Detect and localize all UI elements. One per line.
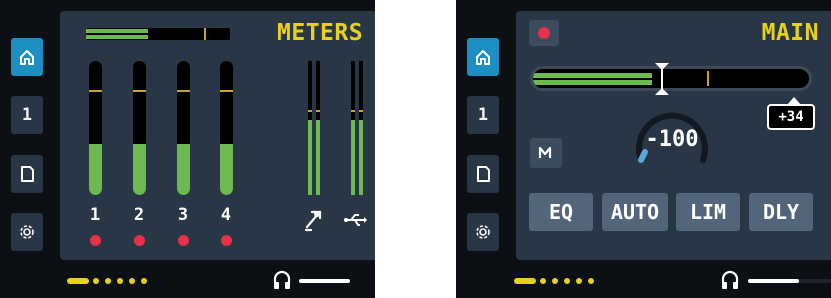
channel-meter: [177, 61, 190, 195]
meter-peak: [220, 90, 233, 92]
source-meter: [308, 61, 312, 195]
page-dot-current[interactable]: [514, 278, 536, 284]
channel-meter: [89, 61, 102, 195]
record-icon: [538, 27, 550, 39]
page-title: METERS: [277, 20, 364, 46]
meter-level: [351, 120, 355, 195]
eq-button[interactable]: EQ: [529, 193, 593, 231]
page-dot[interactable]: [93, 278, 99, 284]
record-button[interactable]: [529, 20, 559, 46]
sidebar-channel-button[interactable]: 1: [467, 96, 499, 134]
sidebar-settings-button[interactable]: [11, 213, 43, 251]
source-meter: [351, 61, 355, 195]
page-dot[interactable]: [564, 278, 570, 284]
page-dot[interactable]: [141, 278, 147, 284]
sidebar-home-button[interactable]: [467, 38, 499, 76]
meter-level: [133, 144, 146, 195]
meter-peak: [308, 110, 312, 112]
headphone-icon[interactable]: [272, 269, 292, 291]
meter-level: [220, 144, 233, 195]
meter-peak: [133, 90, 146, 92]
channel-label: 4: [220, 205, 232, 225]
meter-level: [308, 120, 312, 195]
channel-mute-indicator[interactable]: [221, 235, 232, 246]
page-dot[interactable]: [117, 278, 123, 284]
meter-level: [177, 144, 190, 195]
page-dot[interactable]: [588, 278, 594, 284]
home-icon: [476, 50, 490, 65]
channel-meter: [133, 61, 146, 195]
meter-peak: [316, 110, 320, 112]
mini-level-meter: [86, 28, 230, 40]
sidebar-channel-label: 1: [21, 105, 33, 125]
sd-card-icon: [21, 166, 34, 182]
sidebar-sd-card-button[interactable]: [11, 155, 43, 193]
page-dot[interactable]: [576, 278, 582, 284]
sidebar-sd-card-button[interactable]: [467, 155, 499, 193]
fader-position-cursor[interactable]: [654, 62, 670, 96]
sidebar-home-button[interactable]: [11, 38, 43, 76]
headphone-volume-bar[interactable]: [299, 279, 350, 283]
master-level-meter[interactable]: [530, 66, 812, 91]
sd-card-icon: [477, 166, 490, 182]
auto-button[interactable]: AUTO: [602, 193, 668, 231]
channel-meter: [220, 61, 233, 195]
home-icon: [20, 50, 34, 65]
page-dot[interactable]: [540, 278, 546, 284]
headphone-volume-bar[interactable]: [748, 279, 799, 283]
mono-icon: [538, 146, 552, 158]
sidebar-channel-button[interactable]: 1: [11, 96, 43, 134]
channel-mute-indicator[interactable]: [178, 235, 189, 246]
meter-peak: [89, 90, 102, 92]
page-title: MAIN: [761, 20, 819, 46]
mono-button[interactable]: [530, 138, 562, 168]
page-dot[interactable]: [552, 278, 558, 284]
page-dot[interactable]: [129, 278, 135, 284]
channel-mute-indicator[interactable]: [90, 235, 101, 246]
usb-icon: [344, 214, 367, 226]
source-meter: [359, 61, 363, 195]
bluetooth-icon: [304, 210, 322, 232]
channel-mute-indicator[interactable]: [134, 235, 145, 246]
page-dot[interactable]: [105, 278, 111, 284]
page-dot-current[interactable]: [67, 278, 89, 284]
sidebar-channel-label: 1: [477, 105, 489, 125]
sidebar-settings-button[interactable]: [467, 213, 499, 251]
meter-level: [359, 120, 363, 195]
channel-label: 1: [89, 205, 101, 225]
headphone-icon[interactable]: [720, 269, 740, 291]
channel-label: 2: [133, 205, 145, 225]
gear-icon: [476, 225, 490, 239]
gear-icon: [20, 225, 34, 239]
meters-screen: 1 METERS 1 2 3 4: [0, 0, 375, 298]
meter-level: [89, 144, 102, 195]
channel-label: 3: [177, 205, 189, 225]
meter-level: [316, 120, 320, 195]
lim-button[interactable]: LIM: [676, 193, 740, 231]
source-meter: [316, 61, 320, 195]
fader-value-tooltip: +34: [767, 104, 815, 130]
meter-peak: [177, 90, 190, 92]
dly-button[interactable]: DLY: [749, 193, 813, 231]
meter-peak: [359, 110, 363, 112]
meter-peak: [351, 110, 355, 112]
pan-knob-value: -100: [645, 127, 699, 152]
